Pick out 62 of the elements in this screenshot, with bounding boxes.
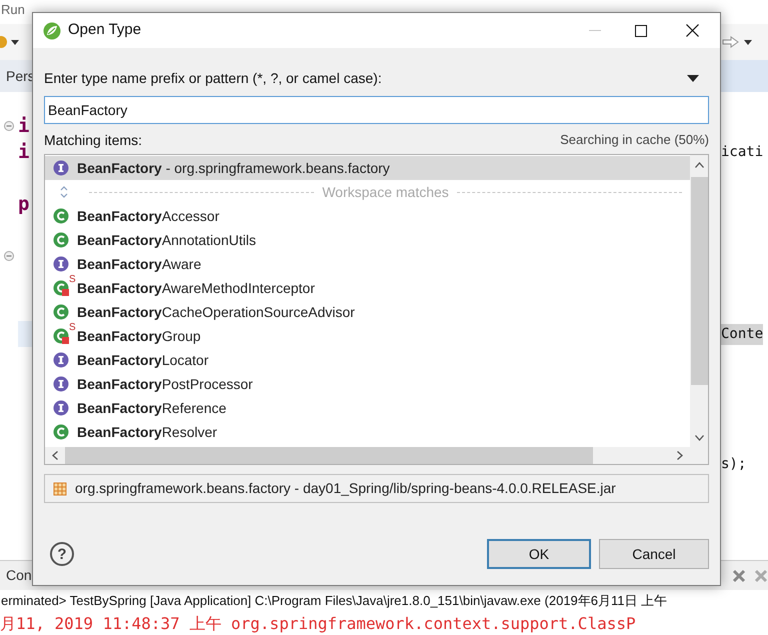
menu-caret-icon[interactable] [687, 74, 699, 82]
maximize-icon [635, 24, 647, 36]
interface-icon [53, 376, 69, 392]
type-list-item[interactable]: BeanFactoryReference [45, 396, 690, 420]
minimize-icon [589, 30, 601, 32]
fold-icon[interactable] [4, 251, 14, 261]
scroll-down-icon[interactable] [694, 435, 704, 441]
interface-icon [53, 256, 69, 272]
static-marker: S [69, 275, 76, 285]
code-text: icati [721, 142, 764, 162]
console-header: erminated> TestBySpring [Java Application] C:\Program Files\Java\jre1.8.0_151\bin\javaw.exe (2019年6月11日 上午 [0, 592, 668, 610]
forward-arrow-icon[interactable] [722, 36, 740, 48]
code-text: s); [721, 454, 746, 474]
static-marker: S [69, 323, 76, 333]
package-icon [53, 482, 67, 496]
console-error-line: 月11, 2019 11:48:37 上午 org.springframework.context.support.ClassP [0, 612, 637, 634]
interface-icon [53, 160, 69, 176]
code-keyword: i [18, 140, 30, 165]
ok-button[interactable]: OK [487, 539, 591, 569]
horizontal-scrollbar[interactable] [45, 447, 708, 464]
leaf-logo-icon [43, 22, 61, 40]
scroll-up-icon[interactable] [694, 162, 704, 168]
type-list-item[interactable]: BeanFactoryResolver [45, 420, 690, 444]
type-list-item[interactable]: BeanFactory - org.springframework.beans.factory [45, 156, 690, 180]
interface-icon [53, 400, 69, 416]
dropdown-caret-icon[interactable] [744, 40, 752, 44]
code-keyword: i [18, 114, 30, 139]
window-title: Open Type [68, 20, 142, 40]
help-button[interactable]: ? [50, 542, 74, 566]
menu-item[interactable]: Run [1, 0, 25, 20]
type-list-item[interactable]: BeanFactoryLocator [45, 348, 690, 372]
search-status: Searching in cache (50%) [560, 131, 709, 150]
scrollbar-thumb[interactable] [65, 447, 593, 464]
private-class-icon [53, 328, 69, 344]
type-list-item[interactable]: BeanFactoryAware [45, 252, 690, 276]
code-text: Conte [721, 324, 764, 344]
scroll-right-icon[interactable] [677, 451, 683, 460]
vertical-scrollbar[interactable] [690, 155, 708, 447]
type-list-item[interactable]: BeanFactoryCacheOperationSourceAdvisor [45, 300, 690, 324]
dropdown-caret-icon[interactable] [11, 40, 19, 44]
scroll-left-icon[interactable] [52, 451, 58, 460]
type-list-item[interactable]: BeanFactoryAnnotationUtils [45, 228, 690, 252]
code-keyword: p [18, 192, 30, 217]
class-icon [53, 424, 69, 440]
separator-label: Workspace matches [322, 182, 449, 202]
interface-icon [53, 352, 69, 368]
class-icon [53, 208, 69, 224]
private-class-icon [53, 280, 69, 296]
class-icon [53, 232, 69, 248]
cancel-button[interactable]: Cancel [599, 539, 709, 569]
console-tab[interactable]: Con [0, 565, 32, 586]
type-list-item[interactable]: BeanFactoryAccessor [45, 204, 690, 228]
pattern-input-field[interactable]: BeanFactory [44, 96, 709, 124]
matching-items-label: Matching items: [44, 130, 142, 150]
fold-icon[interactable] [4, 121, 14, 131]
close-icon [686, 24, 698, 37]
type-list-item[interactable]: BeanFactoryPostProcessor [45, 372, 690, 396]
scrollbar-thumb[interactable] [690, 177, 708, 385]
pattern-label: Enter type name prefix or pattern (*, ?, or camel case): [44, 68, 382, 88]
details-text: org.springframework.beans.factory - day01_Spring/lib/spring-beans-4.0.0.RELEASE.jar [75, 479, 616, 498]
collapse-chevrons-icon[interactable] [59, 185, 69, 199]
class-icon [53, 304, 69, 320]
